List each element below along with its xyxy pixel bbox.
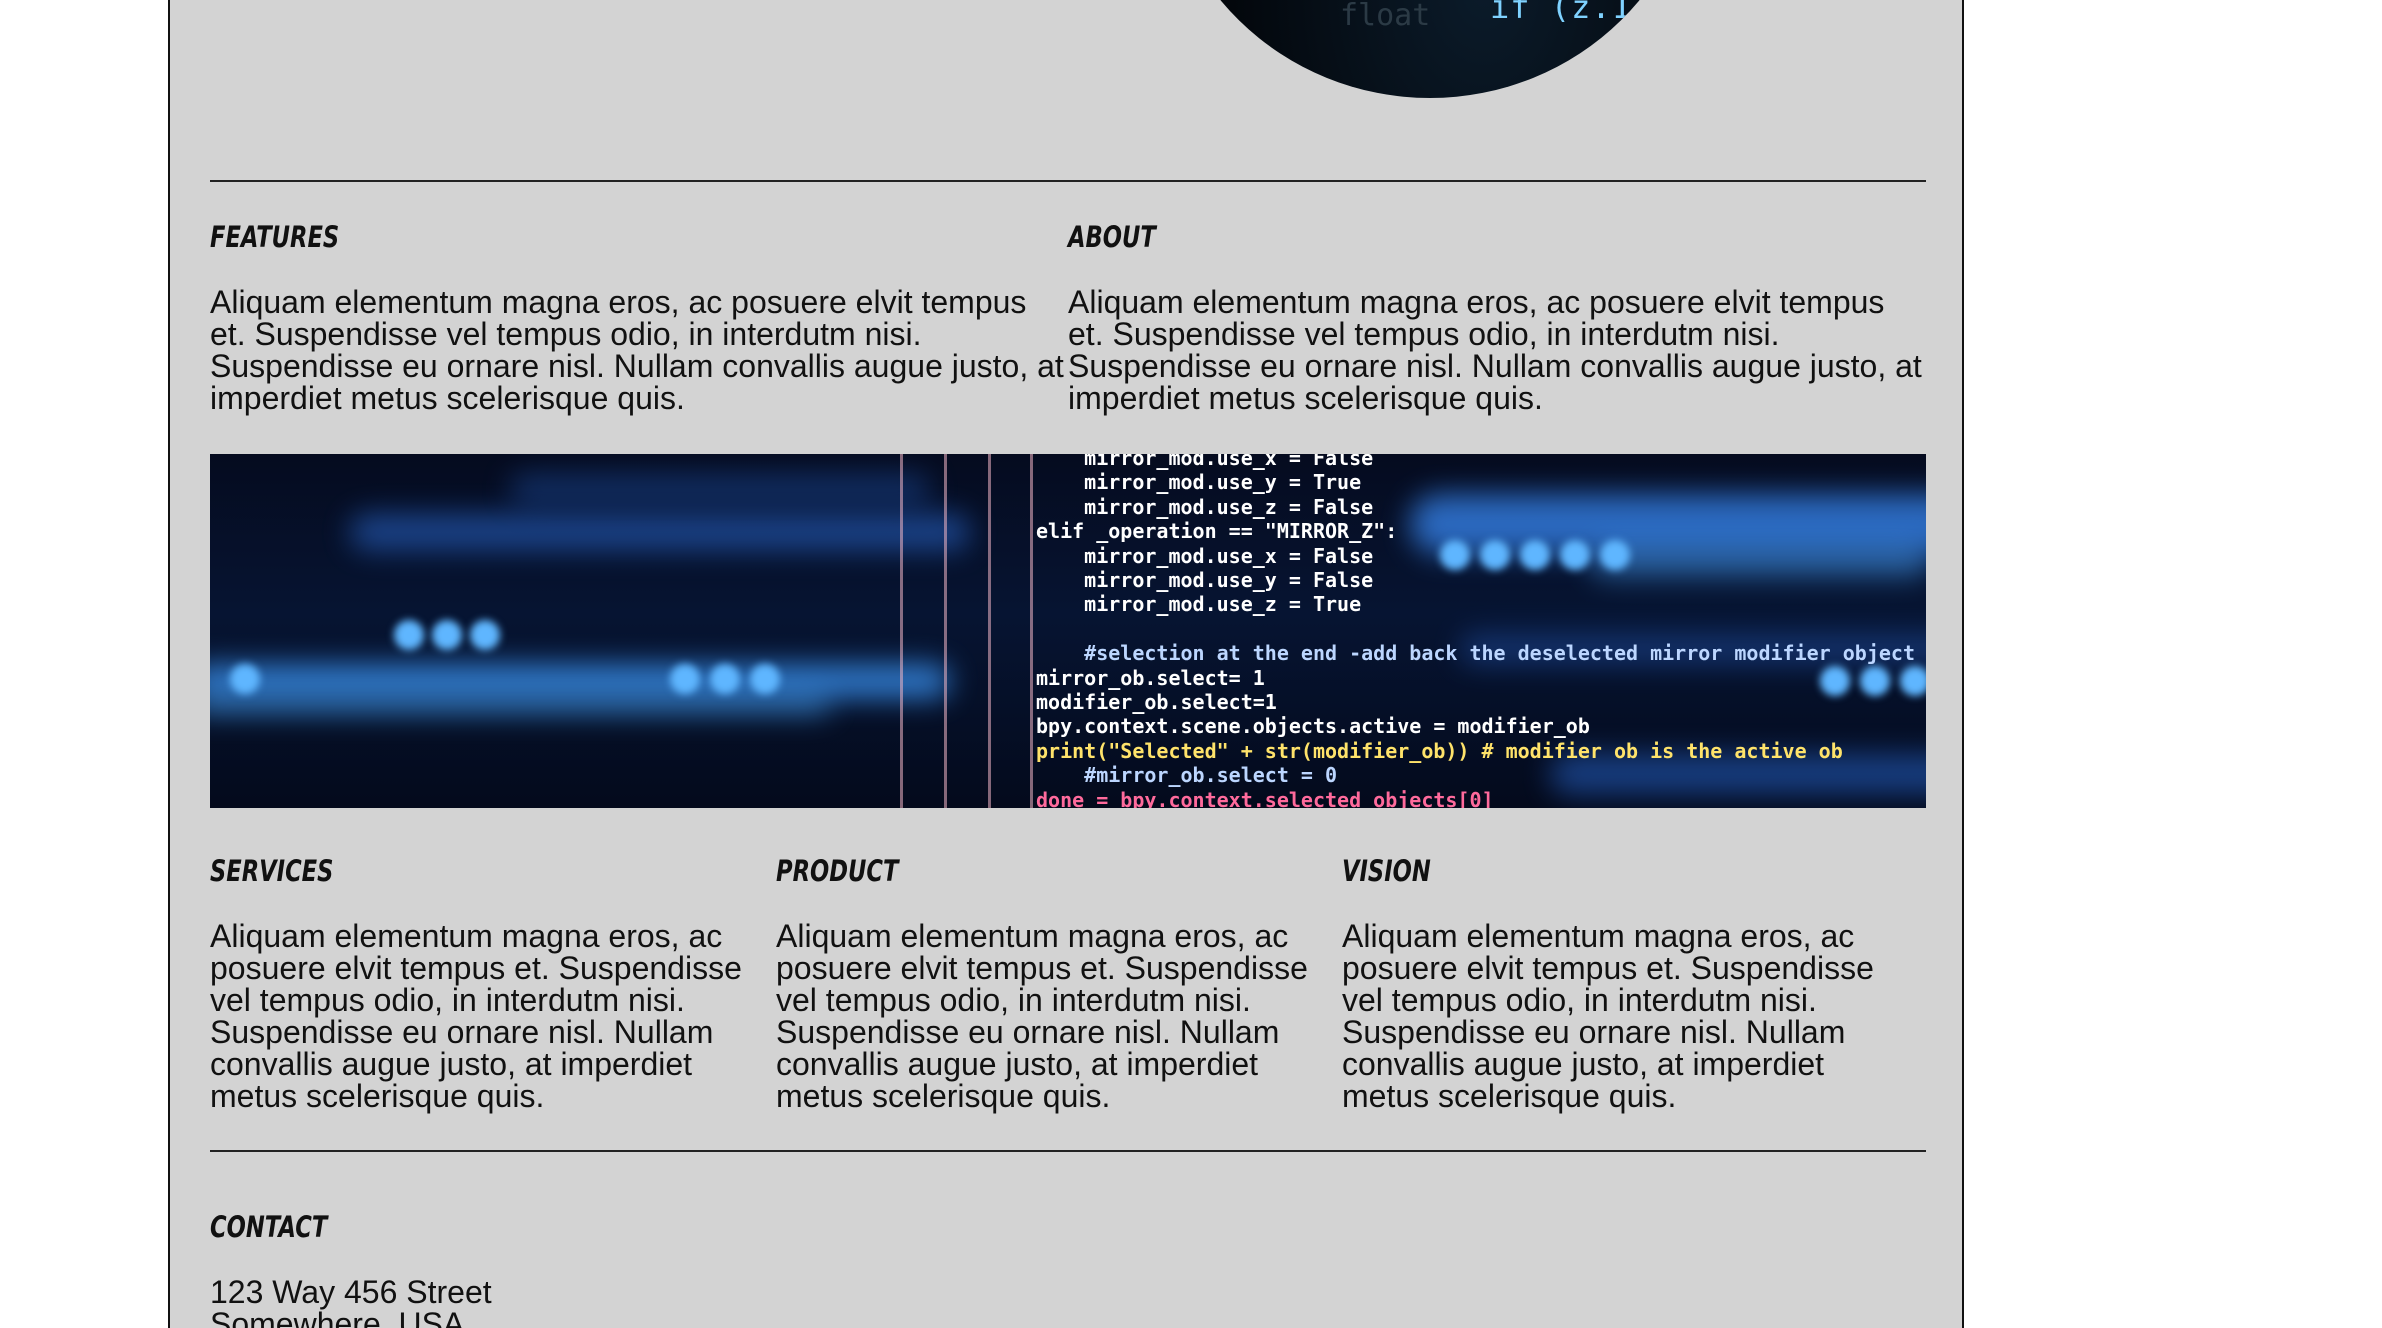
code-line: print("Selected" + str(modifier_ob)) # m… bbox=[1036, 738, 1843, 763]
contact-heading: Contact bbox=[210, 1210, 328, 1244]
code-line: modifier_ob.select=1 bbox=[1036, 690, 1277, 715]
code-line: mirror_mod.use_z = True bbox=[1036, 592, 1362, 617]
hero-code-image: float if (z.1 > 0 bbox=[1160, 0, 1700, 98]
code-line: done = bpy.context.selected_objects[0] bbox=[1036, 787, 1494, 808]
services-text: Aliquam elementum magna eros, ac posuere… bbox=[210, 918, 742, 1114]
hero-code-dim-text: float bbox=[1340, 0, 1431, 33]
code-line: mirror_mod.use_y = True bbox=[1036, 470, 1362, 495]
code-line: bpy.context.scene.objects.active = modif… bbox=[1036, 714, 1590, 739]
code-line: mirror_mod.use_y = False bbox=[1036, 568, 1374, 593]
code-line: mirror_mod.use_x = False bbox=[1036, 454, 1374, 470]
contact-address-line2: Somewhere, USA bbox=[210, 1306, 465, 1328]
product-heading: Product bbox=[776, 854, 899, 888]
code-line: mirror_mod.use_z = False bbox=[1036, 494, 1374, 519]
about-text: Aliquam elementum magna eros, ac posuere… bbox=[1068, 284, 1922, 416]
vision-text: Aliquam elementum magna eros, ac posuere… bbox=[1342, 918, 1874, 1114]
divider-bottom bbox=[210, 1150, 1926, 1152]
banner-code-text: mirror_mod.use_x = False mirror_mod.use_… bbox=[1036, 454, 1915, 808]
code-line: mirror_mod.use_x = False bbox=[1036, 543, 1374, 568]
code-line: #mirror_ob.select = 0 bbox=[1036, 763, 1338, 788]
divider-top bbox=[210, 180, 1926, 182]
code-line: elif _operation == "MIRROR_Z": bbox=[1036, 519, 1398, 544]
features-heading: Features bbox=[210, 220, 340, 254]
product-text: Aliquam elementum magna eros, ac posuere… bbox=[776, 918, 1308, 1114]
hero-code-glow-text: if (z.1 > 0 bbox=[1490, 0, 1700, 26]
about-heading: About bbox=[1068, 220, 1156, 254]
contact-address-line1: 123 Way 456 Street bbox=[210, 1274, 492, 1310]
code-banner-image: mirror_mod.use_x = False mirror_mod.use_… bbox=[210, 454, 1926, 808]
services-heading: Services bbox=[210, 854, 334, 888]
vision-heading: Vision bbox=[1342, 854, 1431, 888]
code-line: #selection at the end -add back the dese… bbox=[1036, 641, 1915, 666]
page-container: float if (z.1 > 0 Features Aliquam eleme… bbox=[168, 0, 1964, 1328]
features-text: Aliquam elementum magna eros, ac posuere… bbox=[210, 284, 1064, 416]
code-line: mirror_ob.select= 1 bbox=[1036, 665, 1265, 690]
